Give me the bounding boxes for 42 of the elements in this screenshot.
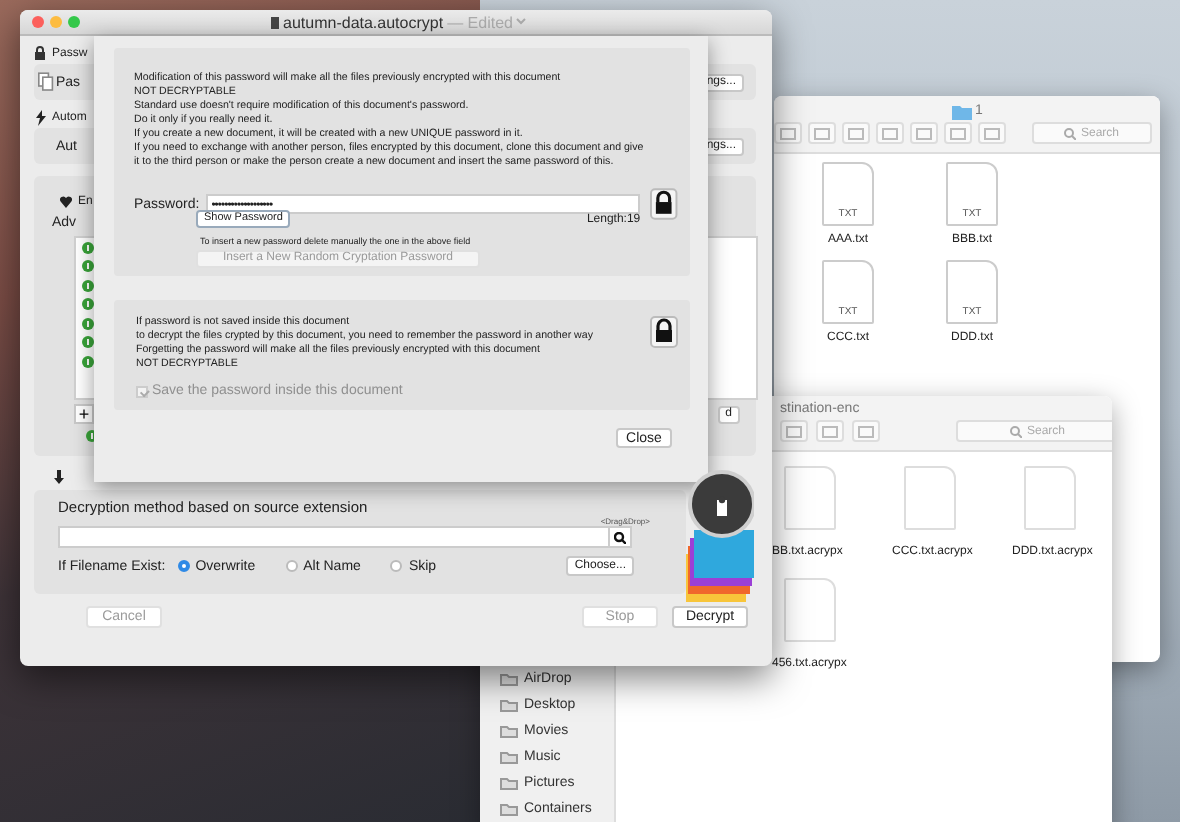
tag-button[interactable] [978,122,1006,144]
share-button[interactable] [816,420,844,442]
lightning-icon [34,109,46,125]
gear-button[interactable] [780,420,808,442]
window-title: autumn-data.autocrypt [283,13,444,31]
lock-icon [34,45,46,61]
search-icon [614,531,626,543]
status-dot-icon [82,336,94,349]
search-icon [1010,425,1023,437]
search-icon [1064,127,1077,139]
close-button[interactable] [32,16,44,28]
status-dot-icon [82,241,94,254]
gallery-view-button[interactable] [842,122,870,144]
app-logo-icon [686,470,754,602]
documents-icon [38,72,54,92]
gear-button[interactable] [910,122,938,144]
list-view-button[interactable] [774,122,802,144]
download-arrow-icon [54,470,64,484]
file-icon[interactable] [1024,466,1076,530]
file-icon[interactable] [784,466,836,530]
heart-icon [60,195,72,207]
share-button[interactable] [944,122,972,144]
search-button[interactable] [608,528,630,546]
path-field[interactable] [58,526,632,548]
group-button[interactable] [876,122,904,144]
status-dot-icon [82,279,94,292]
lock-icon [650,316,678,348]
file-icon[interactable] [904,466,956,530]
add-button[interactable]: + [74,404,94,424]
status-dot-icon [82,317,94,330]
tag-button[interactable] [852,420,880,442]
file-icon[interactable] [784,578,836,642]
zoom-button[interactable] [68,16,80,28]
column-view-button[interactable] [808,122,836,144]
status-dot-icon [82,355,94,368]
lock-icon [650,188,678,220]
status-dot-icon [82,260,94,273]
document-icon [269,15,280,29]
minimize-button[interactable] [50,16,62,28]
chevron-icon [516,18,527,26]
status-dot-icon [82,298,94,311]
folder-icon [951,103,972,119]
